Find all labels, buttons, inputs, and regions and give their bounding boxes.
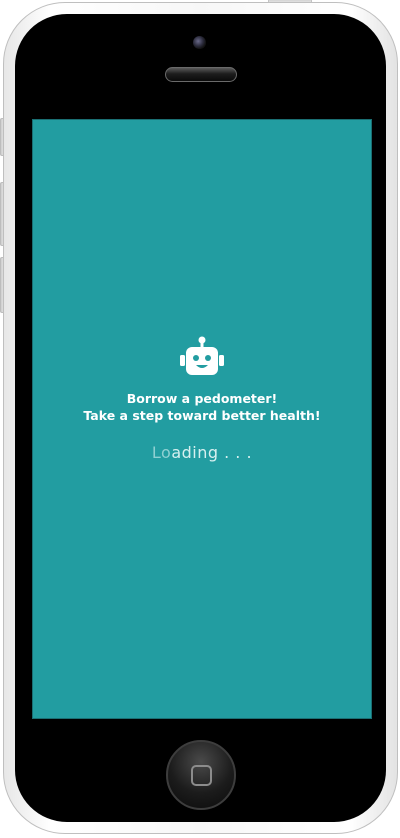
loading-text: ading . . .	[171, 443, 253, 462]
home-button[interactable]	[166, 740, 236, 810]
robot-icon	[180, 336, 224, 375]
tagline-line-2: Take a step toward better health!	[83, 408, 321, 423]
splash-screen: Borrow a pedometer! Take a step toward b…	[32, 119, 372, 719]
tagline-line-1: Borrow a pedometer!	[126, 391, 278, 406]
front-camera	[193, 36, 206, 49]
tagline: Borrow a pedometer! Take a step toward b…	[33, 390, 371, 424]
loading-indicator: Loading . . .	[33, 443, 371, 462]
home-button-icon	[191, 765, 212, 786]
loading-text-highlight: Lo	[151, 443, 172, 462]
earpiece-speaker	[165, 67, 237, 82]
splash-content: Borrow a pedometer! Take a step toward b…	[33, 334, 371, 462]
device-mockup: Borrow a pedometer! Take a step toward b…	[0, 0, 400, 838]
